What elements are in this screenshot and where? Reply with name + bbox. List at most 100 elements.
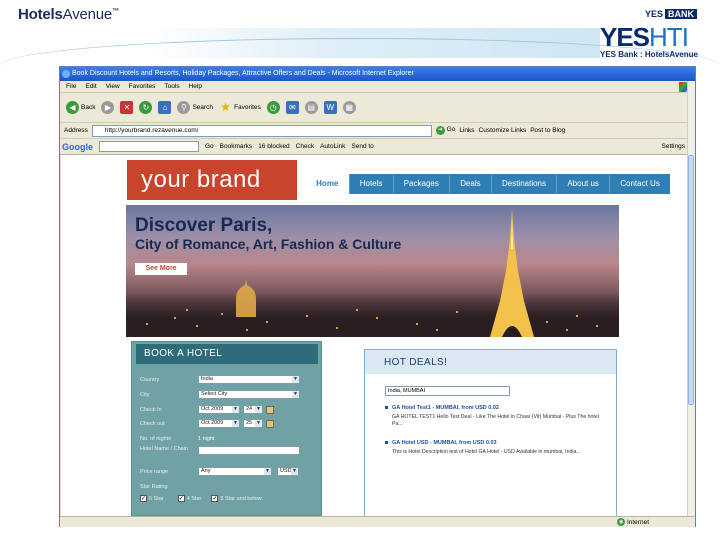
price-row: Price range Any ▼ USD ▼ <box>140 466 316 477</box>
status-bar: ◉ Internet <box>60 516 695 527</box>
checkin-row: Check In Oct 2009 ▼ 24 ▼ <box>140 404 316 415</box>
deal-item: GA Hotel USD - MUMBAI, from USD 0.03 Thi… <box>385 440 605 456</box>
bookmarks-button[interactable]: Bookmarks <box>220 143 253 150</box>
window-titlebar[interactable]: Book Discount Hotels and Resorts, Holida… <box>60 67 695 81</box>
deal-title-text: GA Hotel USD - MUMBAI, from USD 0.03 <box>392 440 497 446</box>
menu-view[interactable]: View <box>106 81 120 92</box>
invalides-dome-icon <box>236 279 256 317</box>
refresh-button[interactable]: ↻ <box>139 101 153 114</box>
customize-links[interactable]: Customize Links <box>479 127 527 134</box>
home-button[interactable]: ⌂ <box>158 101 172 114</box>
menu-favorites[interactable]: Favorites <box>129 81 156 92</box>
city-light <box>566 329 568 331</box>
city-light <box>196 325 198 327</box>
check-button[interactable]: Check <box>296 143 314 150</box>
discuss-button[interactable]: ▦ <box>342 101 356 114</box>
yes-bank-box: BANK <box>665 9 698 19</box>
hot-deals-title: HOT DEALS! <box>365 350 616 374</box>
autolink-button[interactable]: AutoLink <box>320 143 345 150</box>
popup-blocked[interactable]: 16 blocked <box>258 143 289 150</box>
deal-link[interactable]: GA Hotel USD - MUMBAI, from USD 0.03 <box>385 440 605 446</box>
currency-select[interactable]: USD ▼ <box>277 467 299 476</box>
nav-destinations[interactable]: Destinations <box>492 174 558 194</box>
book-hotel-title: BOOK A HOTEL <box>136 344 318 364</box>
checkout-label: Check out <box>140 420 165 427</box>
checkout-row: Check out Oct 2009 ▼ 25 ▼ <box>140 418 316 429</box>
city-light <box>576 315 578 317</box>
yeshti-logo: YESHTI YES Bank : HotelsAvenue <box>600 24 710 68</box>
nights-label: No. of nights <box>140 435 171 442</box>
scrollbar-thumb[interactable] <box>688 155 694 405</box>
google-go-button[interactable]: Go <box>205 143 214 150</box>
google-logo: Google <box>62 141 93 152</box>
price-select[interactable]: Any ▼ <box>198 467 272 476</box>
city-select[interactable]: Select City ▼ <box>198 390 300 399</box>
mail-icon: ✉ <box>285 101 299 114</box>
menu-tools[interactable]: Tools <box>164 81 179 92</box>
google-toolbar: Google Go Bookmarks 16 blocked Check Aut… <box>60 139 695 155</box>
edit-button[interactable]: W <box>323 101 337 114</box>
favorites-button[interactable]: ★ Favorites <box>219 101 261 114</box>
deal-link[interactable]: GA Hotel Test1 - MUMBAI, from USD 0.02 <box>385 405 605 411</box>
hotel-name-label: Hotel Name / Chain <box>140 446 188 452</box>
nav-contact-us[interactable]: Contact Us <box>610 174 670 194</box>
checkin-day-select[interactable]: 24 ▼ <box>243 405 263 414</box>
country-select[interactable]: India ▼ <box>198 375 300 384</box>
city-light <box>356 309 358 311</box>
nav-about-us[interactable]: About us <box>557 174 611 194</box>
deals-location-select[interactable]: India, MUMBAI <box>385 386 510 396</box>
city-light <box>376 317 378 319</box>
search-button[interactable]: ⚲ Search <box>177 101 213 114</box>
star5-checkbox[interactable]: ✓ <box>140 495 147 502</box>
nav-deals[interactable]: Deals <box>450 174 492 194</box>
hero-subheadline: City of Romance, Art, Fashion & Culture <box>135 236 402 252</box>
go-arrow-icon: ➜ <box>435 126 445 135</box>
city-light <box>436 329 438 331</box>
settings-button[interactable]: Settings <box>662 143 686 150</box>
go-button[interactable]: ➜ Go <box>435 126 455 135</box>
print-icon: ▤ <box>304 101 318 114</box>
hotel-name-input[interactable] <box>198 446 300 455</box>
calendar-icon[interactable] <box>266 405 274 414</box>
menu-edit[interactable]: Edit <box>85 81 96 92</box>
star4-checkbox[interactable]: ✓ <box>177 495 185 502</box>
forward-button[interactable]: ▶ <box>101 101 115 114</box>
stop-button[interactable]: ✕ <box>120 101 134 114</box>
nav-home[interactable]: Home <box>306 174 350 194</box>
star3-label: 3 Star and below <box>220 495 262 502</box>
google-search-input[interactable] <box>99 141 199 152</box>
city-label: City <box>140 391 150 398</box>
menu-help[interactable]: Help <box>189 81 202 92</box>
site-navigation: Home Hotels Packages Deals Destinations … <box>306 174 670 194</box>
logo-word-avenue: Avenue <box>62 6 113 23</box>
see-more-button[interactable]: See More <box>135 263 187 275</box>
chevron-down-icon: ▼ <box>232 420 239 427</box>
city-light <box>146 323 148 325</box>
hotel-name-row: Hotel Name / Chain <box>140 446 316 464</box>
globe-icon: ◉ <box>617 518 626 527</box>
address-input[interactable]: http://yourbrand.rezavenue.com/ <box>91 124 432 137</box>
calendar-icon[interactable] <box>266 419 274 428</box>
checkin-month-select[interactable]: Oct 2009 ▼ <box>198 405 240 414</box>
star3-checkbox[interactable]: ✓ <box>211 495 219 502</box>
nav-packages[interactable]: Packages <box>394 174 451 194</box>
mail-button[interactable]: ✉ <box>285 101 299 114</box>
search-label: Search <box>192 104 214 111</box>
discuss-icon: ▦ <box>342 101 356 114</box>
send-to-button[interactable]: Send to <box>351 143 373 150</box>
post-to-blog[interactable]: Post to Blog <box>530 127 565 134</box>
checkin-month-value: Oct 2009 <box>201 406 224 412</box>
eiffel-tower-icon <box>490 209 534 337</box>
history-button[interactable]: ◷ <box>266 101 280 114</box>
checkout-day-select[interactable]: 25 ▼ <box>243 419 263 428</box>
print-button[interactable]: ▤ <box>304 101 318 114</box>
links-label[interactable]: Links <box>459 127 474 134</box>
menu-file[interactable]: File <box>66 81 76 92</box>
checkout-month-select[interactable]: Oct 2009 ▼ <box>198 419 240 428</box>
brand-logo[interactable]: your brand <box>127 160 297 200</box>
back-label: Back <box>81 104 96 111</box>
edit-icon: W <box>323 101 337 114</box>
country-row: Country India ▼ <box>140 374 316 385</box>
back-button[interactable]: ◀ Back <box>66 101 95 114</box>
nav-hotels[interactable]: Hotels <box>350 174 394 194</box>
